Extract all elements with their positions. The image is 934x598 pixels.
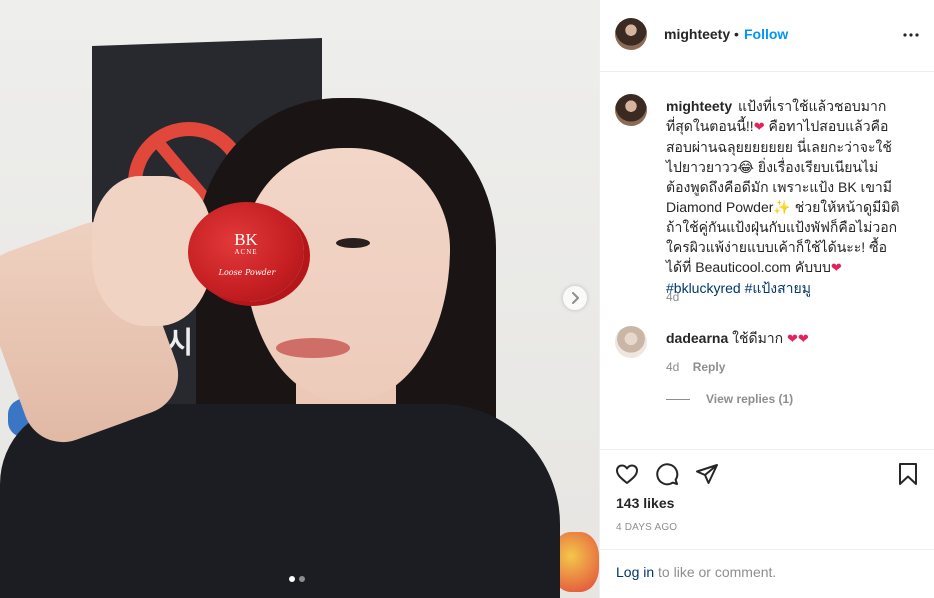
caption-username[interactable]: mighteety [666, 98, 732, 114]
comment-item: dadearna ใช้ดีมาก ❤❤ [666, 328, 900, 349]
author-username[interactable]: mighteety [664, 26, 730, 42]
post-header: mighteety • Follow [600, 0, 934, 72]
compact-brand-sub: ACNE [234, 248, 258, 256]
compact-brand-name: BK [234, 230, 258, 249]
laughing-emoji-icon: 😂 [737, 159, 754, 175]
carousel-dot [299, 576, 305, 582]
compact-label: Loose Powder [218, 268, 276, 277]
heart-emoji-icon: ❤ [753, 119, 765, 134]
compact-brand: BK ACNE [216, 230, 276, 256]
post-side-panel: mighteety • Follow mighteety แป้งที่เราใ… [599, 0, 934, 598]
post-caption: mighteety แป้งที่เราใช้แล้วชอบมากที่สุดใ… [666, 96, 900, 298]
bookmark-icon[interactable] [896, 462, 920, 486]
view-replies-button[interactable]: View replies (1) [706, 392, 793, 406]
heart-emoji-icon: ❤❤ [787, 331, 809, 346]
comment-time: 4d [666, 360, 680, 374]
hashtag-link[interactable]: #แป้งสายมู [745, 280, 811, 296]
sparkles-emoji-icon: ✨ [773, 199, 791, 215]
carousel-next-button[interactable] [563, 286, 587, 310]
likes-count[interactable]: 143 likes [616, 495, 674, 511]
carousel-dot-active [289, 576, 295, 582]
login-prompt: Log in to like or comment. [600, 549, 934, 598]
comment-reply-button[interactable]: Reply [693, 360, 726, 374]
powder-compact: BK ACNE Loose Powder [188, 202, 304, 302]
follow-button[interactable]: Follow [744, 26, 788, 42]
more-options-icon[interactable] [903, 27, 919, 43]
share-icon[interactable] [695, 462, 719, 486]
photo-eye [336, 238, 370, 248]
login-prompt-text: to like or comment. [654, 564, 777, 580]
comment-username[interactable]: dadearna [666, 330, 728, 346]
carousel-indicator [289, 576, 305, 582]
comment-meta: 4d Reply [666, 360, 725, 374]
heart-icon[interactable] [615, 462, 639, 486]
post-actions: 143 likes 4 DAYS AGO [600, 449, 934, 549]
commenter-avatar[interactable] [615, 326, 647, 358]
replies-line [666, 398, 690, 400]
post-date[interactable]: 4 DAYS AGO [616, 522, 677, 533]
caption-time: 4d [666, 290, 680, 304]
author-avatar[interactable] [615, 18, 647, 50]
heart-emoji-icon: ❤ [830, 260, 842, 275]
comments-scroll-area[interactable]: mighteety แป้งที่เราใช้แล้วชอบมากที่สุดใ… [600, 72, 934, 449]
post-photo[interactable]: 쏘시 BK ACNE Loose Powder [0, 0, 599, 598]
chevron-right-icon [572, 292, 579, 304]
header-separator: • [734, 26, 739, 42]
caption-avatar[interactable] [615, 94, 647, 126]
view-replies-row[interactable]: View replies (1) [666, 392, 793, 406]
login-link[interactable]: Log in [616, 564, 654, 580]
comment-text: ใช้ดีมาก [728, 330, 784, 346]
photo-lips [276, 338, 350, 358]
comment-icon[interactable] [655, 462, 679, 486]
